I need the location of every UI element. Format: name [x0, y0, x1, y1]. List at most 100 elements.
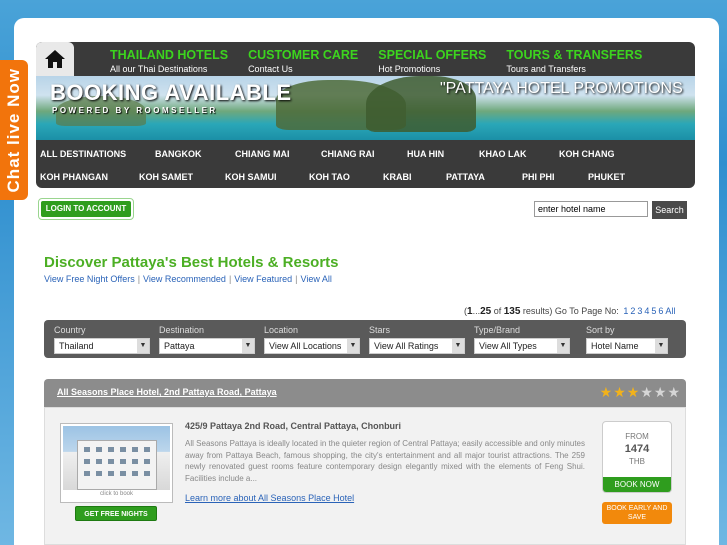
- page-link-5[interactable]: 5: [651, 306, 656, 316]
- nav-thailand-hotels[interactable]: THAILAND HOTELS All our Thai Destination…: [110, 48, 228, 74]
- results-text: results) Go To Page No:: [520, 306, 619, 316]
- dest-chiang-rai[interactable]: CHIANG RAI: [321, 149, 375, 159]
- link-recommended[interactable]: View Recommended: [143, 274, 226, 284]
- page-link-all[interactable]: All: [665, 306, 675, 316]
- filter-label: Type/Brand: [474, 325, 521, 335]
- hotel-card: click to book GET FREE NIGHTS 425/9 Patt…: [44, 407, 686, 545]
- nav-title: TOURS & TRANSFERS: [506, 48, 643, 62]
- destination-select[interactable]: Pattaya ▼: [159, 338, 255, 354]
- home-icon: [45, 50, 65, 68]
- filter-label: Sort by: [586, 325, 615, 335]
- hotel-card-header: All Seasons Place Hotel, 2nd Pattaya Roa…: [44, 379, 686, 407]
- dest-phuket[interactable]: PHUKET: [588, 172, 625, 182]
- results-last: 25: [480, 306, 492, 317]
- filter-stars: Stars View All Ratings ▼: [369, 325, 465, 354]
- sort-select[interactable]: Hotel Name ▼: [586, 338, 668, 354]
- dropdown-arrow-icon: ▼: [347, 339, 359, 353]
- brand-tagline: POWERED BY ROOMSELLER: [52, 106, 218, 115]
- dest-koh-phangan[interactable]: KOH PHANGAN: [40, 172, 108, 182]
- select-value: View All Locations: [269, 341, 342, 351]
- filter-label: Country: [54, 325, 86, 335]
- filter-location: Location View All Locations ▼: [264, 325, 360, 354]
- dropdown-arrow-icon: ▼: [655, 339, 667, 353]
- page-link-2[interactable]: 2: [630, 306, 635, 316]
- dest-koh-tao[interactable]: KOH TAO: [309, 172, 350, 182]
- filter-type-brand: Type/Brand View All Types ▼: [474, 325, 570, 354]
- nav-title: THAILAND HOTELS: [110, 48, 229, 62]
- select-value: Hotel Name: [591, 341, 639, 351]
- dest-koh-samet[interactable]: KOH SAMET: [139, 172, 193, 182]
- page-link-3[interactable]: 3: [637, 306, 642, 316]
- link-view-all[interactable]: View All: [301, 274, 332, 284]
- nav-special-offers[interactable]: SPECIAL OFFERS Hot Promotions: [378, 48, 486, 74]
- select-value: Pattaya: [164, 341, 195, 351]
- dest-chiang-mai[interactable]: CHIANG MAI: [235, 149, 290, 159]
- chat-live-tab[interactable]: Chat live Now: [0, 60, 28, 200]
- price-amount: 1474: [624, 443, 650, 455]
- stars-select[interactable]: View All Ratings ▼: [369, 338, 465, 354]
- dest-koh-samui[interactable]: KOH SAMUI: [225, 172, 277, 182]
- search-button[interactable]: Search: [652, 201, 687, 219]
- results-pagination: (1...25 of 135 results) Go To Page No: 1…: [464, 306, 675, 317]
- dest-hua-hin[interactable]: HUA HIN: [407, 149, 444, 159]
- nav-title: SPECIAL OFFERS: [378, 48, 487, 62]
- hotel-search-input[interactable]: [534, 201, 648, 217]
- dest-all-destinations[interactable]: ALL DESTINATIONS: [40, 149, 126, 159]
- hotel-building-graphic: [77, 440, 157, 490]
- star-filled-icon: ★: [626, 384, 640, 400]
- get-free-nights-button[interactable]: GET FREE NIGHTS: [75, 506, 157, 521]
- book-now-button[interactable]: BOOK NOW: [603, 477, 671, 492]
- top-navigation: THAILAND HOTELS All our Thai Destination…: [110, 48, 662, 74]
- dest-khao-lak[interactable]: KHAO LAK: [479, 149, 527, 159]
- login-button[interactable]: LOGIN TO ACCOUNT: [38, 198, 134, 220]
- promo-headline: "PATTAYA HOTEL PROMOTIONS: [440, 80, 683, 97]
- page-title: Discover Pattaya's Best Hotels & Resorts: [44, 254, 339, 271]
- price-box: FROM 1474 THB BOOK NOW: [602, 421, 672, 493]
- location-select[interactable]: View All Locations ▼: [264, 338, 360, 354]
- brand-logo[interactable]: BOOKING AVAILABLE: [50, 80, 292, 106]
- hotel-photo[interactable]: click to book: [60, 423, 173, 503]
- dropdown-arrow-icon: ▼: [137, 339, 149, 353]
- nav-title: CUSTOMER CARE: [248, 48, 359, 62]
- destination-nav: ALL DESTINATIONS BANGKOK CHIANG MAI CHIA…: [36, 142, 695, 188]
- dest-phi-phi[interactable]: PHI PHI: [522, 172, 555, 182]
- type-select[interactable]: View All Types ▼: [474, 338, 570, 354]
- page-link-1[interactable]: 1: [623, 306, 628, 316]
- star-empty-icon: ★: [667, 384, 680, 400]
- nav-tours-transfers[interactable]: TOURS & TRANSFERS Tours and Transfers: [506, 48, 642, 74]
- select-value: View All Ratings: [374, 341, 439, 351]
- hotel-address: 425/9 Pattaya 2nd Road, Central Pattaya,…: [185, 421, 402, 431]
- price-currency: THB: [629, 457, 645, 466]
- link-featured[interactable]: View Featured: [234, 274, 292, 284]
- star-empty-icon: ★: [640, 384, 653, 400]
- price-from-label: FROM: [625, 432, 649, 441]
- book-early-button[interactable]: BOOK EARLY AND SAVE: [602, 502, 672, 524]
- dest-koh-chang[interactable]: KOH CHANG: [559, 149, 615, 159]
- view-links: View Free Night Offers | View Recommended |…: [44, 274, 332, 284]
- hotel-image: [63, 426, 170, 490]
- nav-customer-care[interactable]: CUSTOMER CARE Contact Us: [248, 48, 358, 74]
- link-separator: |: [295, 274, 298, 284]
- dest-krabi[interactable]: KRABI: [383, 172, 412, 182]
- country-select[interactable]: Thailand ▼: [54, 338, 150, 354]
- nav-subtitle: Contact Us: [248, 64, 293, 74]
- site-header: THAILAND HOTELS All our Thai Destination…: [36, 42, 695, 188]
- link-free-night-offers[interactable]: View Free Night Offers: [44, 274, 135, 284]
- destination-row: KOH PHANGAN KOH SAMET KOH SAMUI KOH TAO …: [36, 165, 695, 188]
- filter-label: Destination: [159, 325, 205, 335]
- header-banner: BOOKING AVAILABLE POWERED BY ROOMSELLER …: [36, 76, 695, 140]
- filter-bar: Country Thailand ▼ Destination Pattaya ▼ L…: [44, 320, 686, 358]
- select-value: Thailand: [59, 341, 94, 351]
- dest-pattaya[interactable]: PATTAYA: [446, 172, 485, 182]
- dropdown-arrow-icon: ▼: [242, 339, 254, 353]
- star-filled-icon: ★: [599, 384, 613, 400]
- learn-more-link[interactable]: Learn more about All Seasons Place Hotel: [185, 493, 354, 503]
- page-link-4[interactable]: 4: [644, 306, 649, 316]
- filter-label: Location: [264, 325, 299, 335]
- home-button[interactable]: [36, 42, 74, 76]
- page-link-6[interactable]: 6: [658, 306, 663, 316]
- nav-subtitle: Hot Promotions: [378, 64, 441, 74]
- star-empty-icon: ★: [653, 384, 667, 400]
- dest-bangkok[interactable]: BANGKOK: [155, 149, 202, 159]
- hotel-name-link[interactable]: All Seasons Place Hotel, 2nd Pattaya Roa…: [57, 387, 277, 397]
